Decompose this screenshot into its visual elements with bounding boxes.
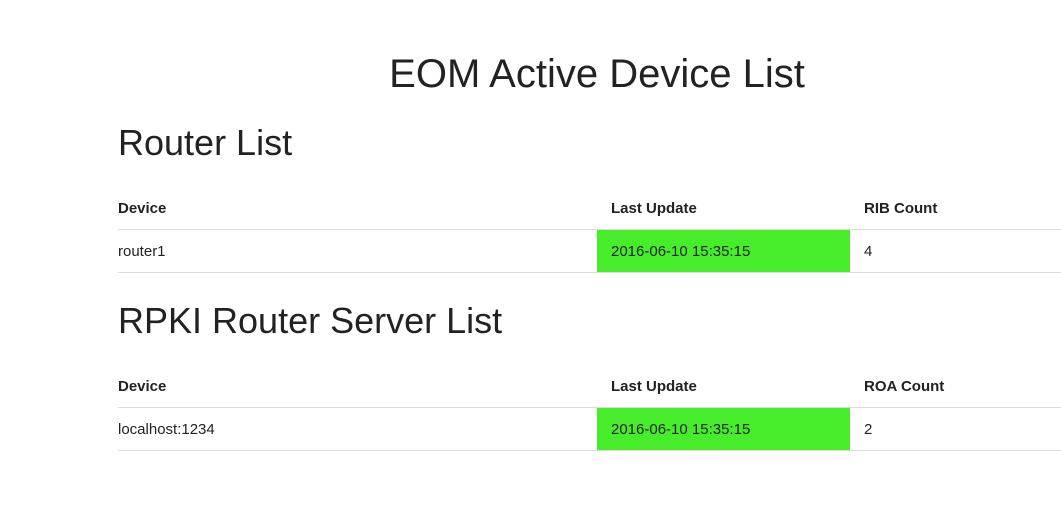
rpki-list-heading: RPKI Router Server List bbox=[118, 300, 503, 341]
last-update-cell: 2016-06-10 15:35:15 bbox=[597, 407, 850, 451]
router-list-heading: Router List bbox=[118, 122, 293, 163]
column-header-roa-count: ROA Count bbox=[850, 365, 1061, 408]
column-header-device: Device bbox=[118, 187, 597, 230]
table-header-row: Device Last Update ROA Count bbox=[118, 365, 1061, 408]
last-update-cell: 2016-06-10 15:35:15 bbox=[597, 229, 850, 273]
rib-count-cell: 4 bbox=[850, 229, 1061, 273]
column-header-last-update: Last Update bbox=[597, 365, 850, 408]
column-header-device: Device bbox=[118, 365, 597, 408]
rpki-table: Device Last Update ROA Count localhost:1… bbox=[118, 365, 1061, 451]
device-cell: router1 bbox=[118, 229, 597, 273]
page: EOM Active Device List Router List Devic… bbox=[0, 0, 1061, 506]
column-header-last-update: Last Update bbox=[597, 187, 850, 230]
table-row: router1 2016-06-10 15:35:15 4 bbox=[118, 229, 1061, 273]
column-header-rib-count: RIB Count bbox=[850, 187, 1061, 230]
router-table: Device Last Update RIB Count router1 201… bbox=[118, 187, 1061, 273]
table-header-row: Device Last Update RIB Count bbox=[118, 187, 1061, 230]
table-row: localhost:1234 2016-06-10 15:35:15 2 bbox=[118, 407, 1061, 451]
roa-count-cell: 2 bbox=[850, 407, 1061, 451]
page-title: EOM Active Device List bbox=[389, 52, 805, 96]
device-cell: localhost:1234 bbox=[118, 407, 597, 451]
